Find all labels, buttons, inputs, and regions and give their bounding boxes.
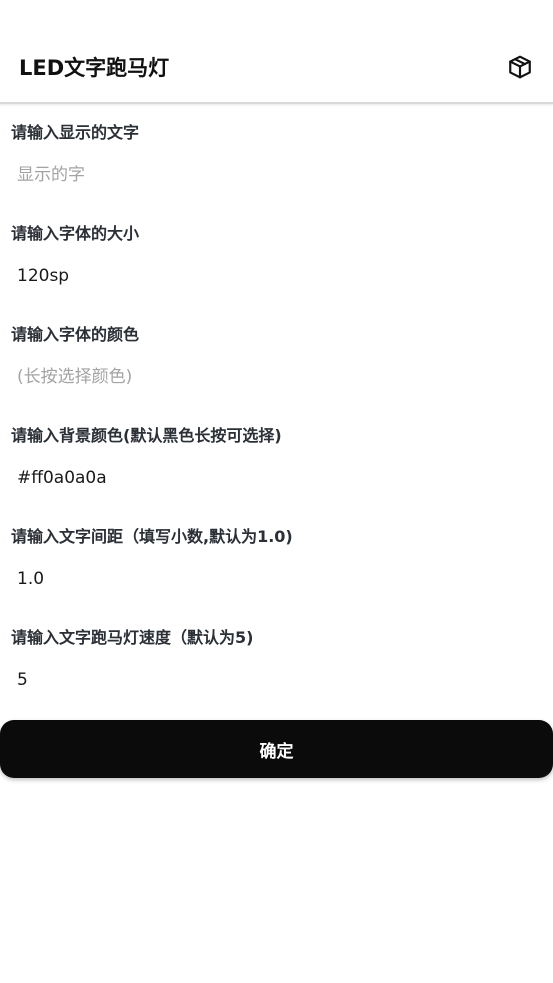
page-title: LED文字跑马灯 (19, 55, 170, 80)
field-label: 请输入字体的大小 (11, 224, 140, 243)
settings-form: 请输入显示的文字 请输入字体的大小 请输入字体的颜色 请输入背景颜色(默认黑色长… (0, 104, 553, 710)
font-color-input[interactable] (11, 361, 542, 393)
app-root: LED文字跑马灯 请输入显示的文字 请输入字体的大小 请输入字体的颜色 请输入背… (0, 0, 553, 983)
field-marquee-speed: 请输入文字跑马灯速度（默认为5) (0, 609, 553, 710)
field-label: 请输入文字跑马灯速度（默认为5) (11, 628, 254, 647)
field-display-text: 请输入显示的文字 (0, 104, 553, 205)
display-text-input[interactable] (11, 159, 542, 191)
confirm-button[interactable]: 确定 (0, 720, 553, 778)
field-label: 请输入字体的颜色 (11, 325, 140, 344)
field-font-size: 请输入字体的大小 (0, 205, 553, 306)
background-color-input[interactable] (11, 462, 542, 494)
field-label: 请输入文字间距（填写小数,默认为1.0) (11, 527, 293, 546)
field-letter-spacing: 请输入文字间距（填写小数,默认为1.0) (0, 508, 553, 609)
marquee-speed-input[interactable] (11, 664, 542, 696)
toolbar: LED文字跑马灯 (0, 30, 553, 103)
field-label: 请输入显示的文字 (11, 123, 140, 142)
field-background-color: 请输入背景颜色(默认黑色长按可选择) (0, 407, 553, 508)
font-size-input[interactable] (11, 260, 542, 292)
cube-action-button[interactable] (505, 52, 535, 82)
status-bar (0, 0, 553, 30)
field-font-color: 请输入字体的颜色 (0, 306, 553, 407)
cube-icon (509, 55, 531, 78)
field-label: 请输入背景颜色(默认黑色长按可选择) (11, 426, 282, 445)
letter-spacing-input[interactable] (11, 563, 542, 595)
